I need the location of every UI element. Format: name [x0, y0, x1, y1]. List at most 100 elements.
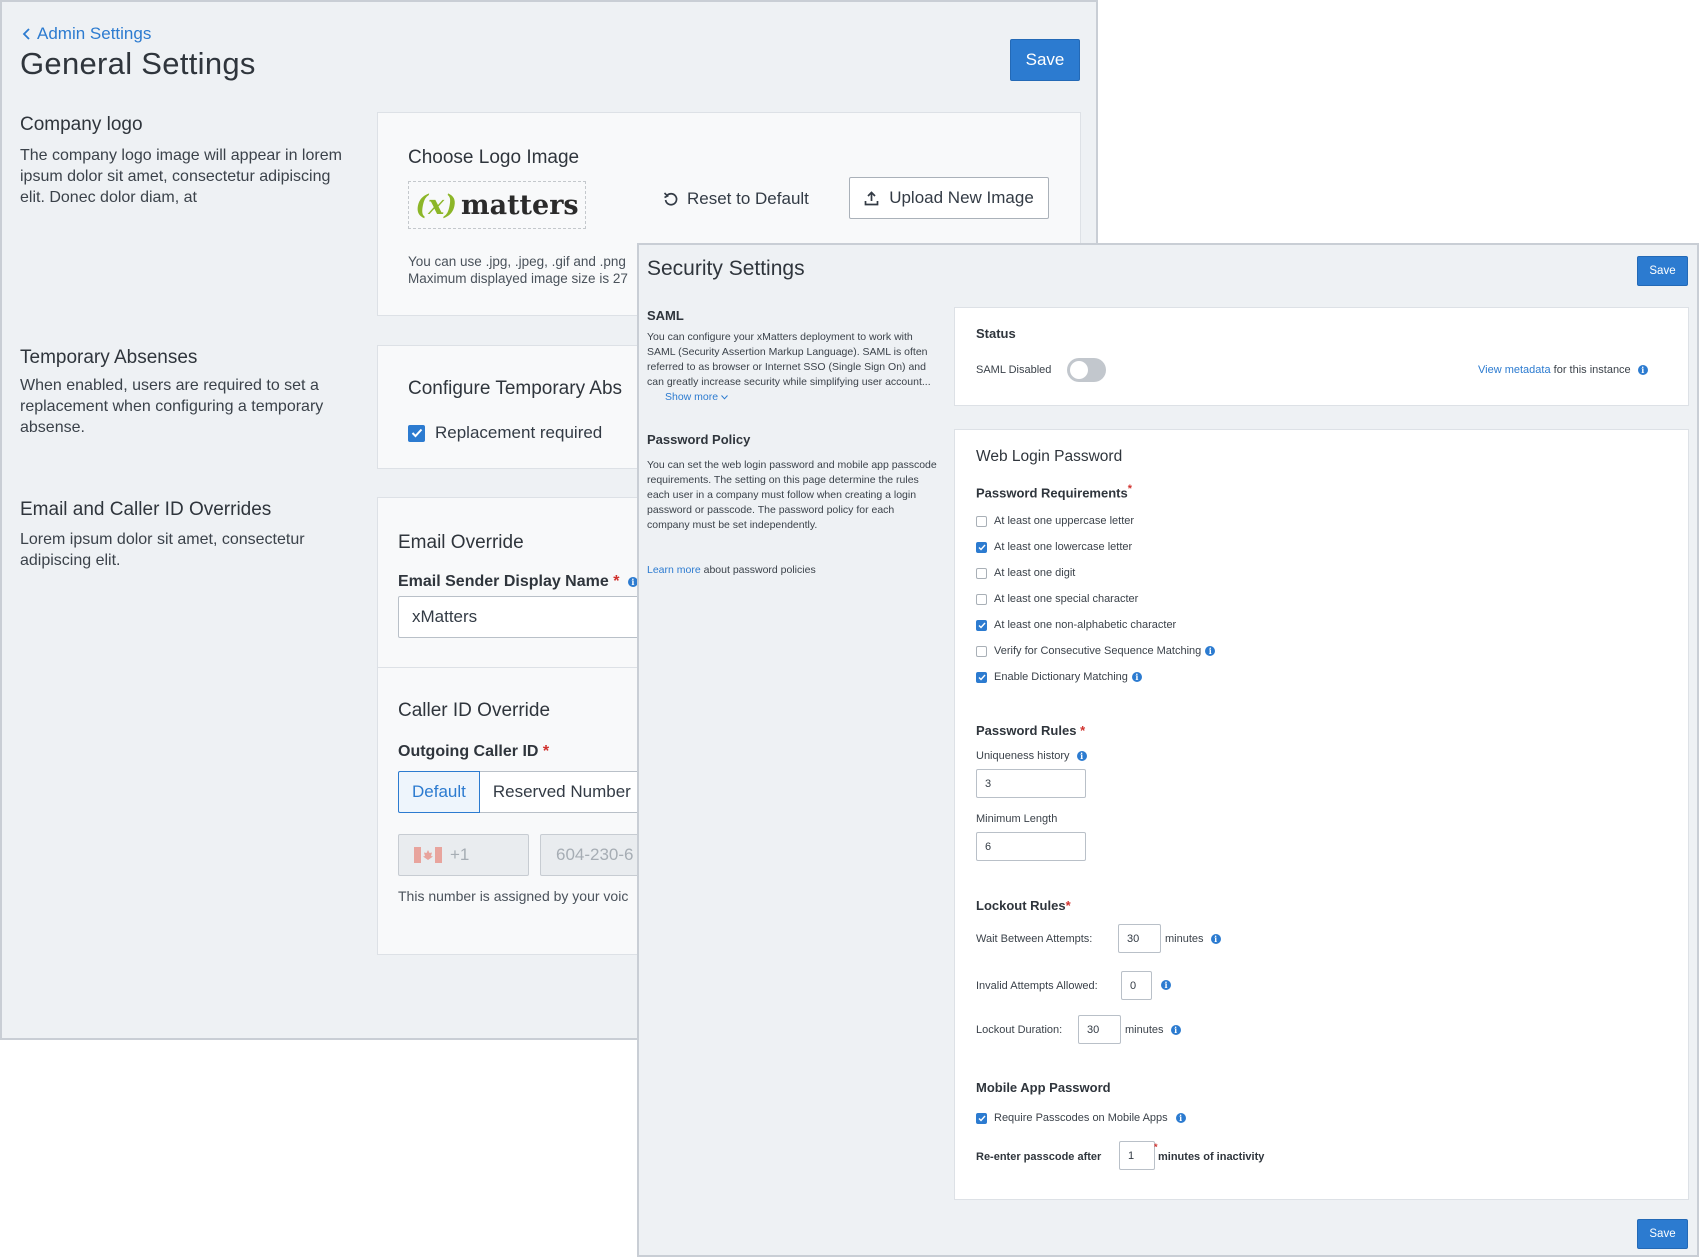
- logo-hint-line2: Maximum displayed image size is 27: [408, 271, 628, 286]
- show-more-link[interactable]: Show more: [665, 391, 728, 403]
- duration-unit: minutes i: [1125, 1024, 1181, 1036]
- uniqueness-history-input[interactable]: 3: [976, 769, 1086, 798]
- upload-new-image-button[interactable]: Upload New Image: [849, 177, 1049, 219]
- wait-between-attempts-label: Wait Between Attempts:: [976, 933, 1093, 945]
- info-icon[interactable]: i: [1161, 980, 1171, 990]
- requirement-lowercase[interactable]: At least one lowercase letter: [976, 541, 1132, 553]
- learn-more-suffix: about password policies: [703, 564, 816, 576]
- lockout-duration-input[interactable]: 30: [1078, 1015, 1121, 1044]
- replacement-required-checkbox[interactable]: Replacement required: [408, 423, 602, 443]
- requirement-dictionary-matching[interactable]: Enable Dictionary Matching i: [976, 671, 1142, 683]
- web-login-password-card: Web Login Password Password Requirements…: [954, 429, 1689, 1200]
- reset-label: Reset to Default: [687, 189, 809, 208]
- checkbox-unchecked-icon: [976, 645, 987, 657]
- view-metadata-link[interactable]: View metadata: [1478, 364, 1551, 376]
- requirement-label: At least one lowercase letter: [994, 541, 1133, 553]
- info-icon[interactable]: i: [1170, 1025, 1181, 1036]
- info-icon[interactable]: i: [1210, 934, 1221, 945]
- info-icon[interactable]: i: [1205, 646, 1216, 656]
- uniqueness-history-label-text: Uniqueness history: [976, 750, 1070, 762]
- security-settings-window: Security Settings Save SAML You can conf…: [637, 243, 1699, 1257]
- option-default[interactable]: Default: [398, 771, 480, 813]
- uniqueness-history-label: Uniqueness history i: [976, 750, 1087, 762]
- mobile-app-password-heading: Mobile App Password: [976, 1080, 1111, 1095]
- phone-hint: This number is assigned by your voic: [398, 888, 629, 904]
- metadata-suffix: for this instance: [1553, 364, 1631, 376]
- password-policy-description: You can set the web login password and m…: [647, 459, 937, 531]
- wait-unit: minutes i: [1165, 933, 1221, 945]
- web-login-title: Web Login Password: [976, 448, 1123, 465]
- required-marker: *: [1065, 898, 1071, 913]
- info-icon[interactable]: i: [1131, 672, 1142, 682]
- info-icon[interactable]: i: [1637, 365, 1648, 376]
- saml-status-label: SAML Disabled: [976, 364, 1052, 376]
- reset-to-default-button[interactable]: Reset to Default: [663, 189, 809, 209]
- checkbox-unchecked-icon: [976, 515, 987, 527]
- required-marker: *: [1127, 483, 1132, 495]
- password-rules-heading: Password Rules *: [976, 723, 1085, 738]
- save-button-top[interactable]: Save: [1637, 256, 1688, 286]
- saml-toggle[interactable]: [1067, 358, 1106, 382]
- save-button[interactable]: Save: [1010, 39, 1080, 81]
- password-rules-heading-text: Password Rules: [976, 723, 1077, 738]
- saml-status-card: Status SAML Disabled View metadata for t…: [954, 307, 1689, 406]
- minimum-length-label: Minimum Length: [976, 813, 1058, 825]
- required-marker: *: [1154, 1142, 1158, 1152]
- requirement-uppercase[interactable]: At least one uppercase letter: [976, 515, 1134, 527]
- replacement-required-label: Replacement required: [435, 423, 603, 442]
- requirement-consecutive-sequence[interactable]: Verify for Consecutive Sequence Matching…: [976, 645, 1216, 657]
- checkbox-checked-icon: [976, 671, 987, 683]
- invalid-attempts-input[interactable]: 0: [1121, 971, 1152, 1000]
- wait-unit-text: minutes: [1165, 933, 1204, 945]
- save-button-bottom[interactable]: Save: [1637, 1219, 1688, 1249]
- toggle-knob: [1070, 361, 1088, 379]
- info-icon[interactable]: i: [1076, 751, 1087, 762]
- page-title: General Settings: [20, 46, 256, 81]
- requirement-label: At least one digit: [994, 567, 1076, 579]
- email-sender-label-text: Email Sender Display Name: [398, 573, 609, 590]
- requirement-label: Verify for Consecutive Sequence Matching: [994, 645, 1202, 657]
- back-link[interactable]: Admin Settings: [22, 24, 151, 44]
- requirement-label: At least one non-alphabetic character: [994, 619, 1177, 631]
- requirement-special-character[interactable]: At least one special character: [976, 593, 1138, 605]
- status-heading: Status: [976, 326, 1016, 341]
- checkbox-unchecked-icon: [976, 593, 987, 605]
- saml-heading: SAML: [647, 308, 684, 323]
- minimum-length-input[interactable]: 6: [976, 832, 1086, 861]
- required-marker: *: [613, 573, 620, 590]
- section-desc-absences: When enabled, users are required to set …: [20, 377, 324, 436]
- logo-card-title: Choose Logo Image: [408, 147, 580, 168]
- requirement-non-alphabetic[interactable]: At least one non-alphabetic character: [976, 619, 1176, 631]
- requirement-label: At least one uppercase letter: [994, 515, 1135, 527]
- email-sender-label: Email Sender Display Name * i: [398, 573, 638, 591]
- lockout-duration-label: Lockout Duration:: [976, 1024, 1063, 1036]
- email-override-title: Email Override: [398, 532, 524, 553]
- reenter-passcode-label: Re-enter passcode after: [976, 1151, 1102, 1163]
- show-more-label[interactable]: Show more: [665, 391, 718, 403]
- info-icon[interactable]: i: [1175, 1113, 1186, 1123]
- metadata-line: View metadata for this instance i: [1478, 364, 1648, 376]
- back-link-label[interactable]: Admin Settings: [37, 24, 151, 44]
- learn-more-link[interactable]: Learn more: [647, 564, 701, 576]
- security-title: Security Settings: [647, 257, 805, 280]
- saml-description-text: You can configure your xMatters deployme…: [647, 331, 931, 388]
- required-marker: *: [542, 743, 550, 760]
- country-code-select[interactable]: +1: [398, 834, 529, 876]
- caller-id-segmented-control[interactable]: Default Reserved Number: [398, 771, 672, 813]
- section-desc-overrides: Lorem ipsum dolor sit amet, consectetur …: [20, 531, 305, 569]
- reenter-passcode-input[interactable]: 1: [1119, 1141, 1155, 1170]
- require-passcodes-checkbox[interactable]: Require Passcodes on Mobile Apps i: [976, 1112, 1186, 1124]
- password-requirements-heading: Password Requirements*: [976, 483, 1132, 500]
- caller-id-override-title: Caller ID Override: [398, 700, 551, 721]
- requirement-digit[interactable]: At least one digit: [976, 567, 1075, 579]
- canada-flag-icon: [414, 847, 442, 863]
- absence-card-title: Configure Temporary Abs: [408, 378, 623, 399]
- lockout-rules-heading: Lockout Rules*: [976, 898, 1071, 913]
- required-marker: *: [1080, 723, 1086, 738]
- duration-unit-text: minutes: [1125, 1024, 1164, 1036]
- outgoing-caller-id-label: Outgoing Caller ID *: [398, 743, 549, 761]
- section-title-company-logo: Company logo: [20, 114, 143, 135]
- reenter-passcode-suffix-text: minutes of inactivity: [1158, 1151, 1265, 1163]
- reenter-passcode-suffix: * minutes of inactivity: [1154, 1142, 1265, 1163]
- wait-between-attempts-input[interactable]: 30: [1118, 924, 1161, 953]
